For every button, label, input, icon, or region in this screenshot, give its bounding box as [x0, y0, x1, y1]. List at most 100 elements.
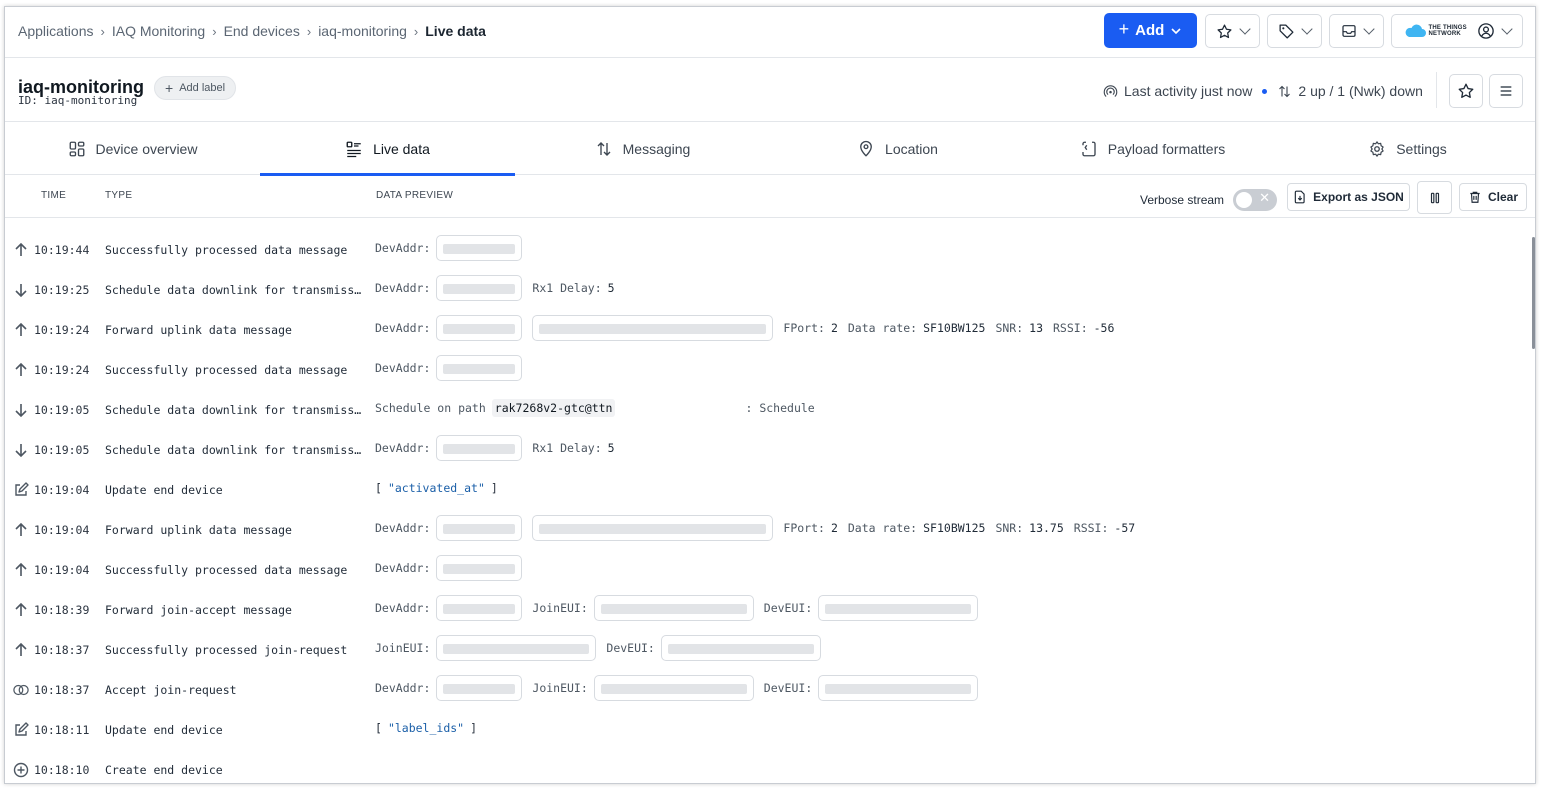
- breadcrumb-device[interactable]: iaq-monitoring: [318, 23, 407, 39]
- verbose-stream-control: Verbose stream ✕: [1140, 189, 1278, 211]
- export-json-button[interactable]: Export as JSON: [1287, 183, 1410, 211]
- pause-button[interactable]: [1417, 181, 1452, 214]
- clear-button[interactable]: Clear: [1459, 183, 1527, 211]
- arrow-down-icon: [15, 284, 27, 298]
- event-row[interactable]: 10:19:24 Successfully processed data mes…: [5, 351, 1535, 391]
- add-label-button[interactable]: + Add label: [154, 76, 237, 100]
- event-time: 10:18:37: [34, 683, 90, 697]
- inbox-dropdown[interactable]: [1329, 14, 1384, 48]
- devaddr-value[interactable]: [436, 595, 523, 621]
- devaddr-value[interactable]: [436, 555, 523, 581]
- column-time: TIME: [41, 190, 67, 201]
- devaddr-label: DevAddr:: [375, 281, 431, 295]
- arrow-down-icon: [15, 404, 27, 418]
- joineui-value[interactable]: [436, 635, 597, 661]
- arrow-up-icon: [15, 242, 27, 256]
- menu-button[interactable]: [1489, 74, 1523, 108]
- devaddr-value[interactable]: [436, 355, 523, 381]
- rx1-value: 5: [607, 281, 615, 295]
- event-type: Create end device: [105, 763, 223, 777]
- devaddr-value[interactable]: [436, 515, 523, 541]
- breadcrumb-application[interactable]: IAQ Monitoring: [112, 23, 205, 39]
- data-rate-value: SF10BW125: [923, 521, 986, 535]
- tags-dropdown[interactable]: [1267, 14, 1322, 48]
- event-row[interactable]: 10:19:44 Successfully processed data mes…: [5, 231, 1535, 271]
- tab-messaging[interactable]: Messaging: [515, 123, 770, 175]
- tab-location[interactable]: Location: [770, 123, 1025, 175]
- event-row[interactable]: 10:18:39 Forward join-accept message Dev…: [5, 591, 1535, 631]
- scrollbar-thumb[interactable]: [1532, 237, 1535, 349]
- payload-value[interactable]: [532, 315, 774, 341]
- joineui-value[interactable]: [593, 595, 754, 621]
- tab-settings[interactable]: Settings: [1280, 123, 1535, 175]
- tab-live-data[interactable]: Live data: [260, 123, 515, 176]
- devaddr-value[interactable]: [436, 435, 523, 461]
- trash-icon: [1470, 191, 1480, 203]
- data-rate-label: Data rate:: [847, 521, 918, 535]
- redacted-value: [443, 364, 516, 374]
- event-time: 10:18:10: [34, 763, 90, 777]
- event-time: 10:18:39: [34, 603, 90, 617]
- devaddr-label: DevAddr:: [375, 441, 431, 455]
- schedule-tail: : Schedule: [745, 401, 815, 415]
- event-row[interactable]: 10:19:25 Schedule data downlink for tran…: [5, 271, 1535, 311]
- chevron-down-icon: [1239, 23, 1251, 35]
- divider: [1436, 72, 1437, 108]
- event-row[interactable]: 10:19:05 Schedule data downlink for tran…: [5, 431, 1535, 471]
- event-time: 10:18:11: [34, 723, 90, 737]
- bookmark-device-button[interactable]: [1449, 74, 1483, 108]
- event-row[interactable]: 10:19:24 Forward uplink data message Dev…: [5, 311, 1535, 351]
- devaddr-value[interactable]: [436, 675, 523, 701]
- join-rings-icon: [13, 684, 29, 696]
- deveui-value[interactable]: [818, 595, 979, 621]
- event-type: Update end device: [105, 723, 223, 737]
- event-time: 10:19:05: [34, 403, 90, 417]
- code-file-icon: [1082, 141, 1096, 157]
- event-row[interactable]: 10:19:04 Forward uplink data message Dev…: [5, 511, 1535, 551]
- event-row[interactable]: 10:18:37 Successfully processed join-req…: [5, 631, 1535, 671]
- event-row[interactable]: 10:19:04 Successfully processed data mes…: [5, 551, 1535, 591]
- event-preview: DevAddr: Rx1 Delay: 5: [375, 274, 625, 302]
- redacted-value: [443, 284, 516, 294]
- event-type: Forward uplink data message: [105, 523, 292, 537]
- payload-value[interactable]: [532, 515, 774, 541]
- chevron-right-icon: ›: [212, 23, 217, 39]
- event-preview: JoinEUI: DevEUI:: [375, 634, 831, 662]
- event-row[interactable]: 10:18:11 Update end device [ "label_ids"…: [5, 711, 1535, 751]
- account-menu[interactable]: THE THINGS NETWORK: [1391, 14, 1523, 48]
- event-row[interactable]: 10:19:04 Update end device [ "activated_…: [5, 471, 1535, 511]
- deveui-label: DevEUI:: [606, 641, 655, 655]
- event-row[interactable]: 10:18:10 Create end device: [5, 751, 1535, 783]
- add-button[interactable]: + Add: [1104, 13, 1197, 48]
- devaddr-label: DevAddr:: [375, 241, 431, 255]
- tab-label: Messaging: [622, 141, 691, 157]
- deveui-value[interactable]: [818, 675, 979, 701]
- redacted-value: [443, 324, 516, 334]
- rssi-label: RSSI:: [1053, 321, 1088, 335]
- event-preview: DevAddr: JoinEUI: DevEUI:: [375, 674, 988, 702]
- deveui-value[interactable]: [660, 635, 821, 661]
- plus-icon: +: [1118, 19, 1130, 39]
- devaddr-value[interactable]: [436, 235, 523, 261]
- plus-icon: +: [165, 80, 174, 96]
- breadcrumb-applications[interactable]: Applications: [18, 23, 94, 39]
- arrow-up-icon: [15, 362, 27, 376]
- verbose-stream-toggle[interactable]: ✕: [1233, 189, 1278, 211]
- event-time: 10:19:24: [34, 363, 90, 377]
- fport-value: 2: [830, 321, 838, 335]
- joineui-value[interactable]: [593, 675, 754, 701]
- event-row[interactable]: 10:18:37 Accept join-request DevAddr: Jo…: [5, 671, 1535, 711]
- bookmarks-dropdown[interactable]: [1205, 14, 1260, 48]
- event-type: Successfully processed data message: [105, 243, 348, 257]
- edit-icon: [15, 722, 29, 736]
- event-row[interactable]: 10:19:05 Schedule data downlink for tran…: [5, 391, 1535, 431]
- devaddr-value[interactable]: [436, 275, 523, 301]
- close-icon: ✕: [1259, 191, 1271, 206]
- tab-label: Location: [885, 141, 938, 157]
- breadcrumb-end-devices[interactable]: End devices: [224, 23, 300, 39]
- updated-field: "label_ids": [387, 721, 465, 735]
- tab-payload-formatters[interactable]: Payload formatters: [1025, 123, 1280, 175]
- tab-device-overview[interactable]: Device overview: [5, 123, 260, 175]
- devaddr-value[interactable]: [436, 315, 523, 341]
- rx1-label: Rx1 Delay:: [532, 441, 602, 455]
